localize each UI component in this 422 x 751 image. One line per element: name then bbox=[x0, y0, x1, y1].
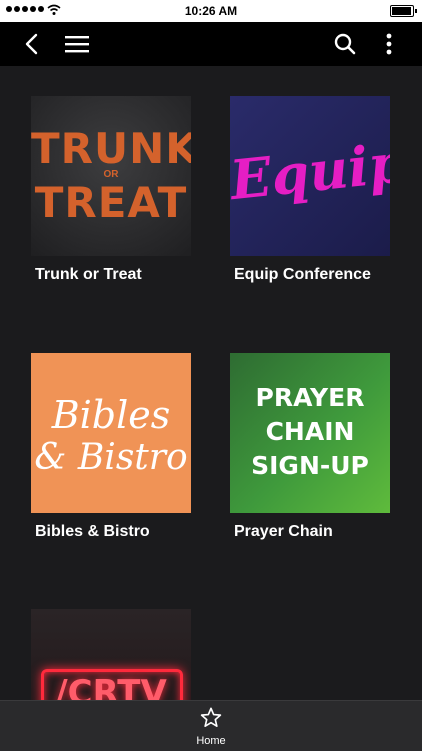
content-grid: TRUNK OR TREAT Trunk or Treat Equip Equi… bbox=[0, 66, 422, 700]
artwork-text: TRUNK bbox=[31, 124, 191, 173]
item-card-trunk-or-treat[interactable]: TRUNK OR TREAT Trunk or Treat bbox=[31, 96, 191, 284]
item-title: Trunk or Treat bbox=[35, 266, 142, 283]
artwork-text: /CRTV bbox=[55, 673, 167, 700]
item-thumbnail: Bibles & Bistro bbox=[31, 353, 191, 513]
artwork-text: Equip bbox=[230, 130, 390, 213]
more-vertical-icon bbox=[386, 33, 392, 55]
tab-home-label: Home bbox=[196, 735, 226, 747]
battery-icon bbox=[390, 5, 417, 17]
tab-home[interactable]: Home bbox=[180, 707, 242, 747]
artwork-text: SIGN-UP bbox=[251, 451, 369, 480]
item-card-prayer-chain[interactable]: PRAYER CHAIN SIGN-UP Prayer Chain bbox=[230, 353, 390, 541]
artwork-text: PRAYER bbox=[255, 383, 365, 412]
menu-button[interactable] bbox=[63, 30, 91, 58]
artwork-text: CHAIN bbox=[265, 417, 355, 446]
item-thumbnail: Equip bbox=[230, 96, 390, 256]
item-thumbnail: TRUNK OR TREAT bbox=[31, 96, 191, 256]
nav-bar bbox=[0, 22, 422, 66]
artwork-text: TREAT bbox=[34, 178, 188, 227]
star-icon bbox=[200, 707, 222, 727]
status-bar: 10:26 AM bbox=[0, 0, 422, 22]
item-card-bibles-bistro[interactable]: Bibles & Bistro Bibles & Bistro bbox=[31, 353, 191, 541]
status-time: 10:26 AM bbox=[184, 4, 238, 18]
back-button[interactable] bbox=[18, 30, 46, 58]
item-thumbnail: /CRTV bbox=[31, 609, 191, 700]
item-thumbnail: PRAYER CHAIN SIGN-UP bbox=[230, 353, 390, 513]
artwork-text: & Bistro bbox=[34, 437, 188, 478]
tab-bar: Home bbox=[0, 700, 422, 751]
chevron-left-icon bbox=[25, 33, 38, 55]
item-title: Bibles & Bistro bbox=[35, 523, 150, 540]
item-card-equip-conference[interactable]: Equip Equip Conference bbox=[230, 96, 390, 284]
item-title: Prayer Chain bbox=[234, 523, 333, 540]
item-card-crtv[interactable]: /CRTV bbox=[31, 609, 191, 700]
more-options-button[interactable] bbox=[375, 30, 403, 58]
item-title: Equip Conference bbox=[234, 266, 371, 283]
search-button[interactable] bbox=[331, 30, 359, 58]
artwork-text: Bibles bbox=[51, 393, 171, 437]
hamburger-menu-icon bbox=[65, 36, 89, 53]
search-icon bbox=[334, 33, 356, 55]
